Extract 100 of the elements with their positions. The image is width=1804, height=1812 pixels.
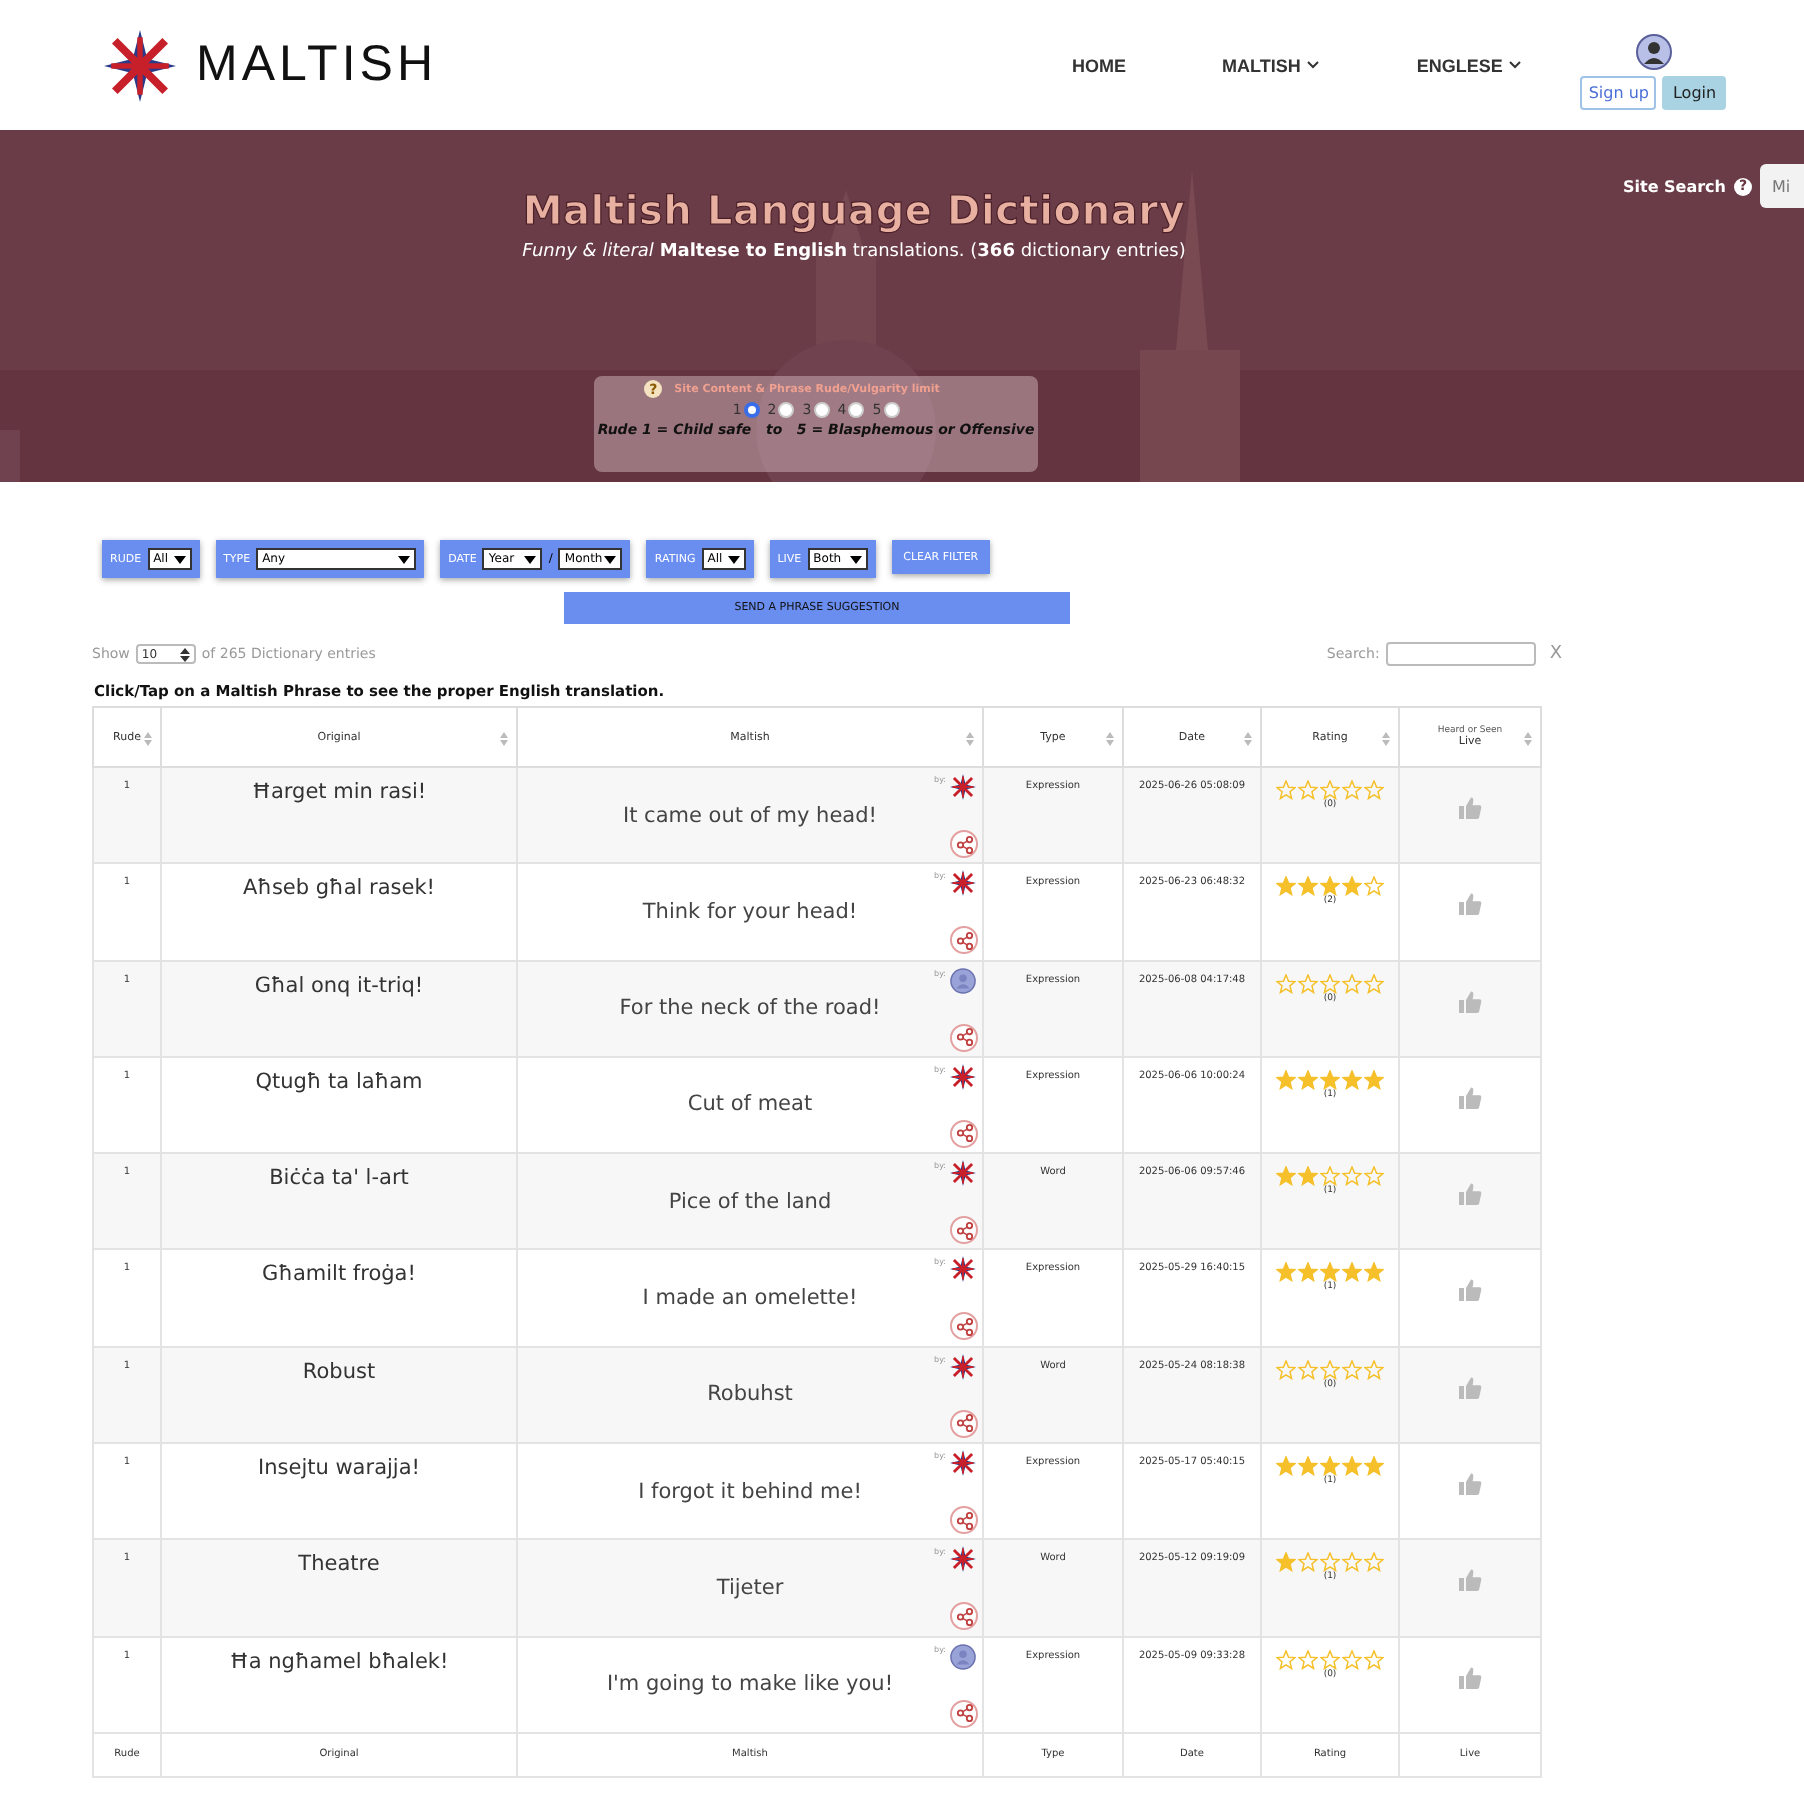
- star-icon: [1320, 1166, 1340, 1187]
- star-icon: [1342, 876, 1362, 897]
- cross-icon: [950, 1450, 976, 1477]
- login-button[interactable]: Login: [1662, 75, 1727, 109]
- thumbs-up-icon[interactable]: [1458, 796, 1482, 820]
- share-button[interactable]: [950, 1312, 978, 1341]
- star-icon: [1320, 780, 1340, 800]
- star-icon: [1342, 1456, 1362, 1477]
- site-search-field[interactable]: Mi: [1760, 164, 1804, 208]
- star-icon: [1298, 1069, 1318, 1090]
- star-icon: [1342, 1069, 1362, 1090]
- sort-icon: [500, 732, 508, 746]
- maltish-phrase[interactable]: Think for your head!: [642, 899, 858, 924]
- thumbs-up-icon[interactable]: [1458, 1568, 1482, 1593]
- account-icon[interactable]: [1635, 33, 1672, 69]
- maltish-phrase[interactable]: It came out of my head!: [623, 803, 877, 827]
- share-icon: [955, 1607, 973, 1626]
- star-icon: [1276, 973, 1296, 994]
- star-icon: [1364, 1552, 1384, 1573]
- star-icon: [1298, 1166, 1318, 1187]
- sign-up-button[interactable]: Sign up: [1580, 75, 1657, 109]
- share-button[interactable]: [950, 926, 978, 955]
- thumbs-up-icon[interactable]: [1458, 1375, 1482, 1400]
- star-icon: [1276, 1456, 1296, 1477]
- star-icon: [1320, 1649, 1340, 1670]
- caret-icon: [727, 555, 740, 563]
- thumbs-up-icon[interactable]: [1458, 1278, 1482, 1303]
- maltish-phrase[interactable]: Pice of the land: [668, 1189, 832, 1214]
- share-icon: [955, 1704, 973, 1723]
- star-icon: [1298, 973, 1318, 994]
- share-button[interactable]: [950, 830, 978, 858]
- star-icon: [1298, 1456, 1318, 1477]
- maltish-phrase[interactable]: I forgot it behind me!: [638, 1479, 862, 1504]
- star-icon: [1298, 1262, 1318, 1283]
- share-button[interactable]: [950, 1506, 978, 1535]
- thumbs-up-icon[interactable]: [1458, 1472, 1482, 1497]
- share-button[interactable]: [950, 1699, 978, 1728]
- maltish-phrase[interactable]: I'm going to make like you!: [606, 1672, 894, 1697]
- maltish-phrase[interactable]: For the neck of the road!: [619, 996, 881, 1021]
- star-icon: [1364, 780, 1384, 800]
- cross-icon: [950, 774, 976, 800]
- thumbs-up-icon[interactable]: [1458, 989, 1482, 1014]
- star-icon: [1364, 876, 1384, 897]
- cross-icon: [950, 870, 976, 897]
- thumbs-up-icon[interactable]: [1458, 1085, 1482, 1110]
- share-icon: [955, 1221, 973, 1240]
- star-icon: [1298, 876, 1318, 897]
- star-icon: [1342, 1649, 1362, 1670]
- nav-link[interactable]: ENGLESE: [1394, 55, 1545, 75]
- caret-icon: [173, 555, 186, 563]
- star-icon: [1276, 780, 1296, 800]
- maltish-phrase[interactable]: I made an omelette!: [642, 1285, 858, 1310]
- maltish-phrase[interactable]: Tijeter: [716, 1575, 784, 1600]
- maltish-phrase[interactable]: Robuhst: [707, 1382, 793, 1407]
- maltish-phrase[interactable]: Cut of meat: [687, 1092, 813, 1117]
- cross-icon: [950, 1546, 976, 1573]
- cross-icon: [950, 1353, 976, 1380]
- share-icon: [955, 835, 973, 853]
- caret-icon: [849, 555, 862, 563]
- thumbs-up-icon[interactable]: [1458, 1182, 1482, 1207]
- star-icon: [1276, 1649, 1296, 1670]
- star-icon: [1276, 1262, 1296, 1283]
- sort-icon: [966, 732, 974, 746]
- spinner-icon: [179, 647, 190, 661]
- star-icon: [1320, 1359, 1340, 1380]
- star-icon: [1364, 973, 1384, 994]
- caret-icon: [398, 555, 411, 563]
- nav-link[interactable]: HOME: [1050, 55, 1148, 75]
- hero-subtitle: Funny & literal Maltese to English translations. (366 dictionary entries): [522, 242, 1186, 262]
- brand-name[interactable]: MALTISH: [196, 36, 437, 94]
- sort-icon: [1106, 732, 1114, 746]
- star-icon: [1364, 1359, 1384, 1380]
- star-icon: [1276, 1552, 1296, 1573]
- star-icon: [1276, 1069, 1296, 1090]
- thumbs-up-icon[interactable]: [1458, 1665, 1482, 1690]
- share-icon: [955, 1511, 973, 1530]
- caret-icon: [524, 555, 537, 563]
- thumbs-up-icon[interactable]: [1458, 892, 1482, 917]
- star-icon: [1342, 1166, 1362, 1187]
- share-button[interactable]: [950, 1119, 978, 1148]
- sort-icon: [1244, 732, 1252, 746]
- sort-icon: [1524, 732, 1532, 746]
- share-icon: [955, 1124, 973, 1143]
- star-icon: [1298, 1359, 1318, 1380]
- share-button[interactable]: [950, 1409, 978, 1438]
- share-button[interactable]: [950, 1216, 978, 1245]
- avatar-icon: [950, 967, 976, 994]
- share-button[interactable]: [950, 1023, 978, 1052]
- star-icon: [1320, 1069, 1340, 1090]
- nav-link[interactable]: MALTISH: [1200, 55, 1343, 75]
- share-button[interactable]: [950, 1602, 978, 1631]
- search-field[interactable]: [1385, 642, 1536, 666]
- chevron-icon: [1306, 60, 1321, 70]
- star-icon: [1320, 973, 1340, 994]
- star-icon: [1276, 1166, 1296, 1187]
- star-icon: [1320, 1552, 1340, 1573]
- star-icon: [1342, 1359, 1362, 1380]
- star-icon: [1342, 780, 1362, 800]
- star-icon: [1364, 1069, 1384, 1090]
- caret-icon: [604, 555, 617, 563]
